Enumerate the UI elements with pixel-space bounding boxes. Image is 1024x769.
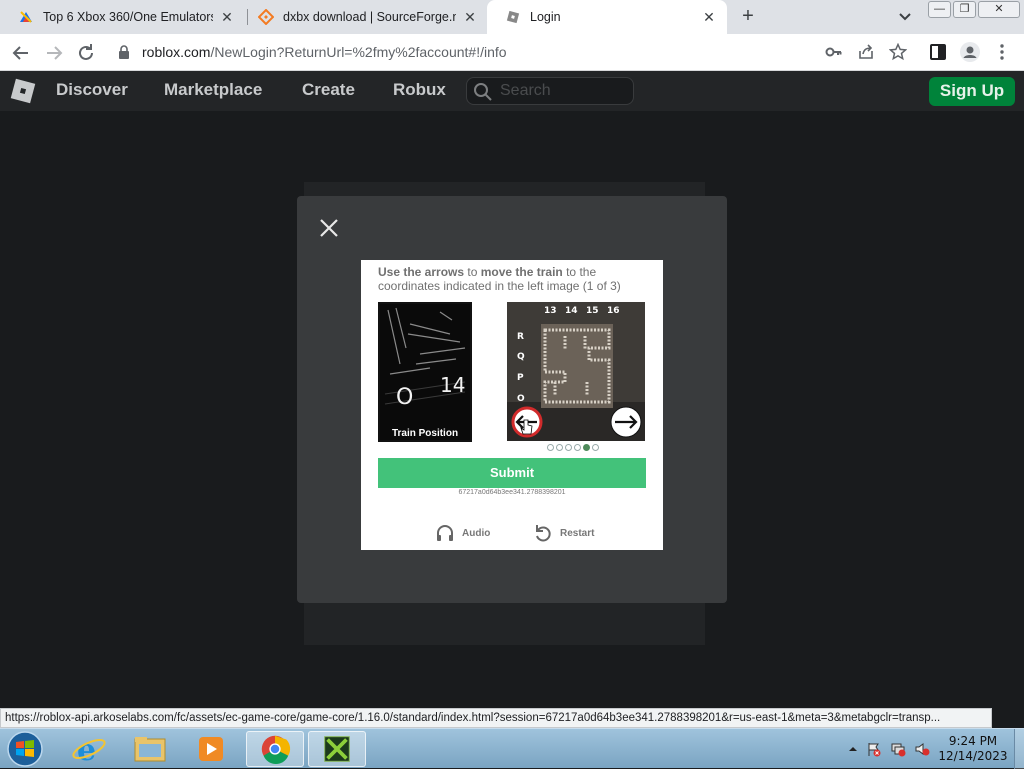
window-minimize-button[interactable]: — <box>928 1 951 18</box>
key-icon[interactable] <box>825 43 843 61</box>
reload-icon[interactable] <box>74 41 98 65</box>
volume-muted-icon[interactable] <box>914 741 930 757</box>
forward-arrow-icon[interactable] <box>42 41 66 65</box>
xbox-emulator-icon[interactable] <box>308 731 366 767</box>
close-icon[interactable] <box>318 217 340 239</box>
page-dot-active[interactable] <box>583 444 590 451</box>
lock-icon <box>119 45 129 59</box>
col-label: 15 <box>586 306 599 316</box>
session-id: 67217a0d64b3ee341.2788398201 <box>458 489 566 496</box>
tab-search-chevron-icon[interactable] <box>896 9 914 25</box>
restart-label: Restart <box>560 527 595 539</box>
col-label: 13 <box>544 306 557 316</box>
train-position-image: O 14 Train Position <box>378 302 472 442</box>
windows-taskbar: e 9:24 PM 12/14/2023 <box>0 728 1024 769</box>
row-label: P <box>517 373 524 383</box>
audio-button[interactable]: Audio <box>435 523 490 543</box>
action-center-flag-icon[interactable] <box>866 741 882 757</box>
train-position-caption: Train Position <box>391 428 459 439</box>
search-input[interactable]: Search <box>466 77 634 105</box>
roblox-header: Discover Marketplace Create Robux Search… <box>0 71 1024 111</box>
tray-overflow-chevron-icon[interactable] <box>845 741 861 757</box>
page-indicator <box>547 444 599 451</box>
media-player-icon[interactable] <box>182 731 240 767</box>
search-icon <box>474 83 492 101</box>
status-bar-url: https://roblox-api.arkoselabs.com/fc/ass… <box>0 708 992 728</box>
roblox-favicon <box>506 10 520 24</box>
instruction-bold-1: Use the arrows <box>378 265 465 279</box>
url-path: /NewLogin?ReturnUrl=%2fmy%2faccount#!/in… <box>210 44 507 60</box>
url-host: roblox.com <box>142 44 211 60</box>
row-label: R <box>517 332 524 342</box>
kebab-menu-icon[interactable] <box>994 43 1010 61</box>
instruction-mid: to <box>464 265 481 279</box>
row-label: O <box>517 394 525 404</box>
nav-robux[interactable]: Robux <box>393 80 446 100</box>
train-grid-image: 13 14 15 16 R Q P O <box>507 302 645 441</box>
xbox-site-favicon <box>20 11 32 23</box>
tab-login[interactable]: Login ✕ <box>487 0 727 34</box>
nav-discover[interactable]: Discover <box>56 80 128 100</box>
new-tab-button[interactable]: + <box>737 6 759 28</box>
page-dot[interactable] <box>565 444 572 451</box>
restart-button[interactable]: Restart <box>533 523 594 543</box>
page-dot[interactable] <box>574 444 581 451</box>
windows-start-icon[interactable] <box>4 730 46 768</box>
row-label: Q <box>517 352 525 362</box>
tab-title: Top 6 Xbox 360/One Emulators fo <box>43 10 213 24</box>
window-restore-button[interactable]: ❐ <box>953 1 976 18</box>
url-text: roblox.com/NewLogin?ReturnUrl=%2fmy%2fac… <box>142 44 507 60</box>
clock-time: 9:24 PM <box>948 734 998 748</box>
chrome-icon[interactable] <box>246 731 304 767</box>
col-label: 14 <box>565 306 578 316</box>
captcha-panel: Use the arrows to move the train to the … <box>361 260 663 550</box>
back-arrow-icon[interactable] <box>9 41 33 65</box>
page-dot[interactable] <box>556 444 563 451</box>
col-label: 16 <box>607 306 620 316</box>
profile-avatar-icon[interactable] <box>960 42 980 62</box>
roblox-logo-icon[interactable] <box>9 77 37 105</box>
system-clock[interactable]: 9:24 PM 12/14/2023 <box>936 734 1010 764</box>
clock-date: 12/14/2023 <box>938 749 1008 763</box>
page-dot[interactable] <box>547 444 554 451</box>
left-label-14: 14 <box>440 373 465 397</box>
tab-close-icon[interactable]: ✕ <box>462 9 478 25</box>
captcha-instruction: Use the arrows to move the train to the … <box>378 265 638 293</box>
submit-button[interactable]: Submit <box>378 458 646 488</box>
side-panel-icon[interactable] <box>929 43 947 61</box>
show-desktop-button[interactable] <box>1014 729 1024 769</box>
svg-text:e: e <box>77 733 96 767</box>
search-placeholder: Search <box>500 82 551 99</box>
network-icon[interactable] <box>890 741 906 757</box>
headphones-icon <box>437 525 453 541</box>
tab-title: Login <box>530 10 561 24</box>
right-arrow-button[interactable] <box>610 406 642 438</box>
address-bar[interactable]: roblox.com/NewLogin?ReturnUrl=%2fmy%2fac… <box>108 38 934 66</box>
sourceforge-favicon <box>258 9 274 25</box>
browser-tab-bar: Top 6 Xbox 360/One Emulators fo ✕ dxbx d… <box>0 0 1024 34</box>
tab-xbox-emulators[interactable]: Top 6 Xbox 360/One Emulators fo ✕ <box>0 0 245 34</box>
train-track-sketch: O 14 <box>380 304 470 440</box>
browser-toolbar: roblox.com/NewLogin?ReturnUrl=%2fmy%2fac… <box>0 34 1024 71</box>
instruction-bold-2: move the train <box>480 265 563 279</box>
tab-title: dxbx download | SourceForge.ne <box>283 10 456 24</box>
sign-up-button[interactable]: Sign Up <box>929 77 1015 106</box>
bookmark-star-icon[interactable] <box>889 43 907 61</box>
nav-marketplace[interactable]: Marketplace <box>164 80 262 100</box>
tab-sourceforge[interactable]: dxbx download | SourceForge.ne ✕ <box>240 0 488 34</box>
left-label-o: O <box>396 385 413 410</box>
internet-explorer-icon[interactable]: e <box>60 731 118 767</box>
share-icon[interactable] <box>857 43 875 61</box>
tab-close-icon[interactable]: ✕ <box>701 9 717 25</box>
nav-create[interactable]: Create <box>302 80 355 100</box>
restart-icon <box>536 525 551 542</box>
windows-explorer-icon[interactable] <box>121 731 179 767</box>
window-close-button[interactable]: ✕ <box>978 1 1020 18</box>
page-dot[interactable] <box>592 444 599 451</box>
train-grid-svg: 13 14 15 16 R Q P O <box>507 302 645 441</box>
tab-close-icon[interactable]: ✕ <box>219 9 235 25</box>
audio-label: Audio <box>462 527 491 539</box>
